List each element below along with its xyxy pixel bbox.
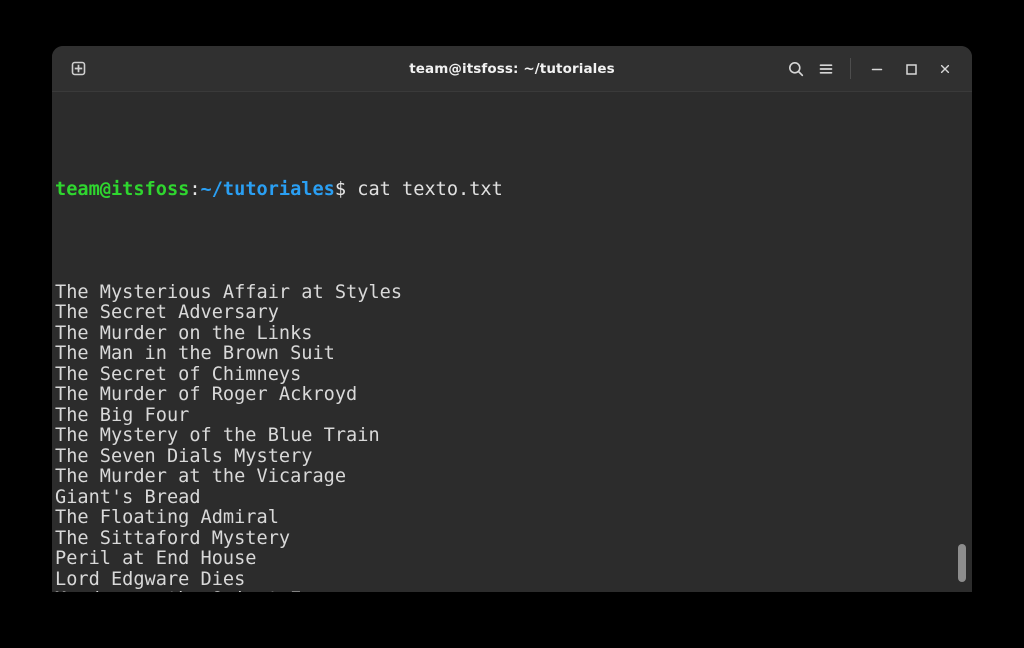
desktop-background: team@itsfoss: ~/tutoriales team@itsfoss:… — [0, 0, 1024, 648]
command-line: team@itsfoss:~/tutoriales$ cat texto.txt — [55, 179, 972, 201]
output-line: The Murder at the Vicarage — [55, 466, 347, 487]
output-line: Murder on the Orient Express — [55, 589, 972, 592]
prompt-separator: : — [189, 179, 201, 200]
minimize-button[interactable] — [860, 54, 894, 84]
output-line: The Secret of Chimneys — [55, 363, 302, 385]
output-line: The Secret Adversary — [55, 302, 279, 323]
prompt-symbol: $ — [334, 179, 358, 200]
menu-icon[interactable] — [811, 54, 841, 84]
terminal-window: team@itsfoss: ~/tutoriales team@itsfoss:… — [52, 46, 972, 592]
command-output: The Mysterious Affair at Styles The Secre… — [55, 281, 972, 592]
terminal-screen[interactable]: team@itsfoss:~/tutoriales$ cat texto.txt… — [54, 98, 972, 592]
prompt-path: ~/tutoriales — [200, 179, 335, 200]
command-text: cat texto.txt — [357, 179, 503, 200]
vertical-scrollbar[interactable] — [955, 92, 969, 592]
title-bar: team@itsfoss: ~/tutoriales — [52, 46, 972, 92]
output-line: Lord Edgware Dies — [55, 568, 246, 590]
prompt-user-host: team@itsfoss — [55, 179, 190, 200]
output-line: The Mysterious Affair at Styles — [55, 281, 403, 303]
new-tab-icon[interactable] — [63, 54, 93, 84]
terminal-body[interactable]: team@itsfoss:~/tutoriales$ cat texto.txt… — [52, 92, 972, 592]
titlebar-left-group — [52, 54, 93, 84]
output-line: The Murder on the Links — [55, 322, 313, 344]
titlebar-right-group — [781, 54, 972, 84]
scrollbar-thumb[interactable] — [958, 544, 966, 582]
maximize-button[interactable] — [894, 54, 928, 84]
close-button[interactable] — [928, 54, 962, 84]
output-line: Giant's Bread — [55, 486, 201, 508]
titlebar-separator — [850, 58, 851, 79]
output-line: The Floating Admiral — [55, 507, 279, 528]
output-line: The Big Four — [55, 404, 190, 426]
output-line: The Seven Dials Mystery — [55, 445, 313, 467]
output-line: The Murder of Roger Ackroyd — [55, 384, 358, 405]
output-line: The Mystery of the Blue Train — [55, 425, 380, 446]
output-line: The Man in the Brown Suit — [55, 343, 335, 364]
output-line: Peril at End House — [55, 548, 257, 569]
search-icon[interactable] — [781, 54, 811, 84]
output-line: The Sittaford Mystery — [55, 527, 291, 549]
